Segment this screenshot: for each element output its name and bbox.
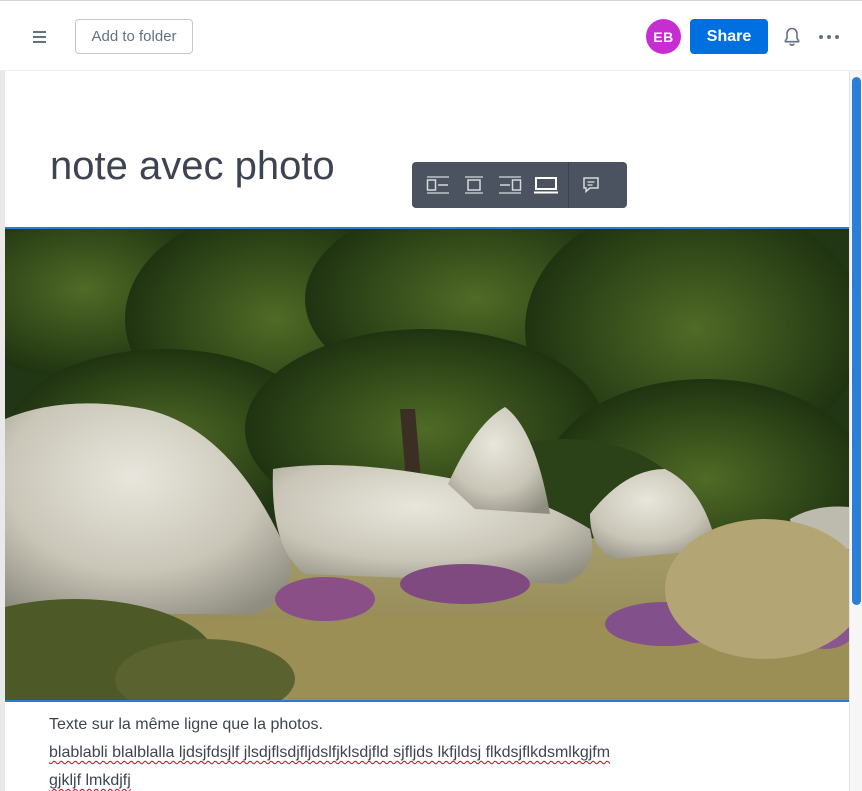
paragraph-line: blablabli blalblalla ljdsjfdsjlf jlsdjfl… [49,739,789,767]
misspelled-text: blablabli blalblalla ljdsjfdsjlf jlsdjfl… [49,744,611,761]
misspelled-text: gjkljf lmkdjfj [49,772,131,789]
avatar[interactable]: EB [646,19,681,54]
comment-icon[interactable] [573,169,609,201]
scrollbar-thumb[interactable] [852,77,861,605]
image-toolbar [412,162,627,208]
align-left-icon[interactable] [420,169,456,201]
embedded-photo[interactable] [5,227,849,702]
toolbar-divider [568,162,569,208]
share-button[interactable]: Share [690,19,768,54]
align-right-icon[interactable] [492,169,528,201]
vertical-scrollbar[interactable] [849,71,862,791]
paragraph-line: gjkljf lmkdjfj [49,767,789,791]
hamburger-menu-icon[interactable] [28,25,52,49]
add-to-folder-button[interactable]: Add to folder [75,19,193,54]
top-bar: Add to folder EB Share [0,0,862,71]
document-title[interactable]: note avec photo [50,144,335,189]
more-options-icon[interactable] [816,25,842,49]
paragraph-line: Texte sur la même ligne que la photos. [49,716,323,733]
full-width-icon[interactable] [528,169,564,201]
align-center-icon[interactable] [456,169,492,201]
bell-icon[interactable] [780,25,804,49]
document-body[interactable]: Texte sur la même ligne que la photos. b… [49,711,789,791]
